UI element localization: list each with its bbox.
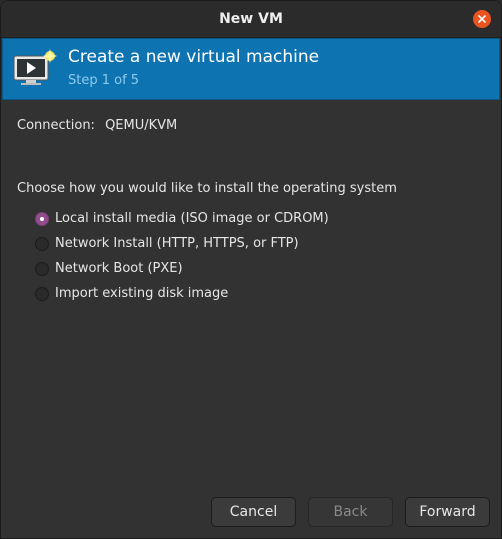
vm-new-icon [13,49,57,85]
cancel-button[interactable]: Cancel [211,497,296,527]
connection-row: Connection: QEMU/KVM [17,118,177,133]
radio-button-selected[interactable] [35,211,49,226]
option-local-install-media[interactable]: Local install media (ISO image or CDROM) [35,206,329,231]
option-label: Import existing disk image [55,286,229,301]
radio-button[interactable] [35,236,49,251]
window-title: New VM [219,11,283,27]
option-network-install[interactable]: Network Install (HTTP, HTTPS, or FTP) [35,231,329,256]
install-prompt: Choose how you would like to install the… [17,181,397,196]
forward-button[interactable]: Forward [405,497,490,527]
back-button[interactable]: Back [308,497,393,527]
option-label: Network Boot (PXE) [55,261,183,276]
radio-button[interactable] [35,286,49,301]
connection-value: QEMU/KVM [105,118,178,133]
close-button[interactable] [473,10,491,28]
banner-title: Create a new virtual machine [68,47,320,67]
close-icon [478,15,486,23]
option-network-boot[interactable]: Network Boot (PXE) [35,256,329,281]
step-indicator: Step 1 of 5 [68,73,140,88]
install-options: Local install media (ISO image or CDROM)… [35,206,329,306]
option-label: Network Install (HTTP, HTTPS, or FTP) [55,236,299,251]
option-import-disk-image[interactable]: Import existing disk image [35,281,329,306]
new-vm-window: New VM Create a new virtual machine Step… [0,0,502,539]
connection-label: Connection: [17,118,95,133]
radio-button[interactable] [35,261,49,276]
title-bar[interactable]: New VM [1,1,501,38]
wizard-banner: Create a new virtual machine Step 1 of 5 [2,38,500,100]
option-label: Local install media (ISO image or CDROM) [55,211,329,226]
